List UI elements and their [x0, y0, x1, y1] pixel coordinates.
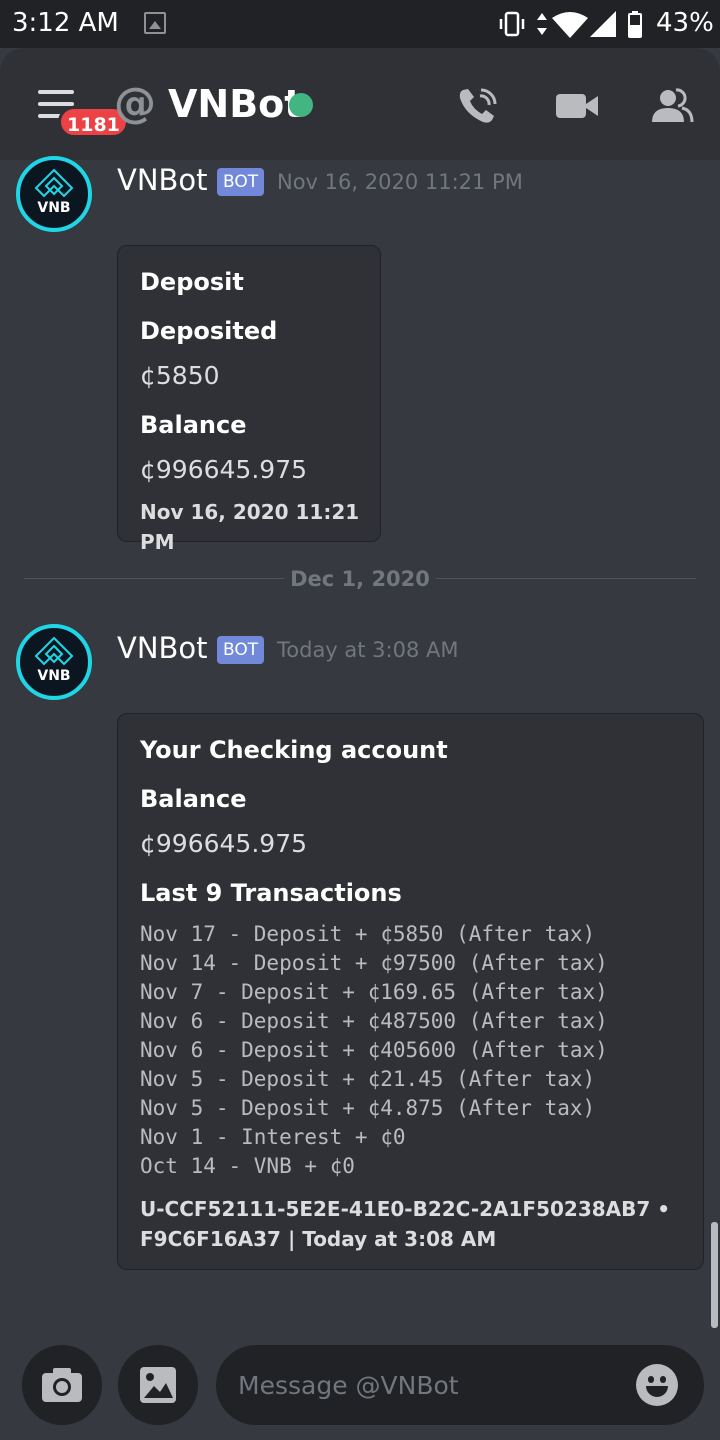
- system-status-icons: [499, 11, 642, 38]
- online-status-dot: [289, 93, 313, 117]
- call-icon[interactable]: [455, 84, 503, 128]
- embed-footer: Nov 16, 2020 11:21 PM: [140, 500, 360, 554]
- transaction-line: Nov 5 - Deposit + ¢21.45 (After tax): [140, 1067, 596, 1091]
- message-input[interactable]: [216, 1345, 704, 1425]
- vnb-logo-icon: [34, 636, 74, 666]
- transaction-line: Nov 6 - Deposit + ¢405600 (After tax): [140, 1038, 608, 1062]
- date-divider-line-right: [436, 578, 696, 579]
- embed-footer-time: F9C6F16A37 | Today at 3:08 AM: [140, 1227, 497, 1251]
- field-name-transactions: Last 9 Transactions: [140, 879, 402, 907]
- video-icon[interactable]: [553, 84, 601, 128]
- message-author[interactable]: VNBot: [117, 162, 208, 198]
- bot-avatar[interactable]: VNB: [16, 624, 92, 700]
- deposit-embed: Deposit Deposited ¢5850 Balance ¢996645.…: [117, 245, 381, 554]
- camera-button[interactable]: [22, 1345, 102, 1425]
- embed-title: Your Checking account: [140, 736, 448, 764]
- message-timestamp: Nov 16, 2020 11:21 PM: [277, 170, 523, 194]
- transaction-line: Nov 6 - Deposit + ¢487500 (After tax): [140, 1009, 608, 1033]
- transaction-line: Nov 14 - Deposit + ¢97500 (After tax): [140, 951, 608, 975]
- wifi-icon: [552, 12, 588, 38]
- vnb-logo-icon: [34, 168, 74, 198]
- field-value-deposited: ¢5850: [140, 361, 220, 390]
- message-timestamp: Today at 3:08 AM: [277, 638, 459, 662]
- field-name-balance: Balance: [140, 785, 247, 813]
- data-arrows-icon: [537, 13, 547, 35]
- field-value-balance: ¢996645.975: [140, 829, 308, 858]
- bot-tag: BOT: [217, 636, 265, 664]
- image-upload-button[interactable]: [118, 1345, 198, 1425]
- camera-icon: [42, 1368, 82, 1402]
- embed-footer-id: U-CCF52111-5E2E-41E0-B22C-2A1F50238AB7 •: [140, 1197, 671, 1221]
- battery-percent: 43%: [656, 8, 714, 38]
- account-embed: Your Checking account Balance ¢996645.97…: [117, 713, 704, 1270]
- at-icon: @: [114, 78, 156, 127]
- battery-icon: [628, 11, 642, 38]
- date-divider: Dec 1, 2020: [290, 567, 430, 591]
- vibrate-icon: [499, 11, 525, 37]
- bot-tag: BOT: [217, 168, 265, 196]
- message-author[interactable]: VNBot: [117, 630, 208, 666]
- channel-title[interactable]: VNBot: [168, 80, 302, 128]
- channel-header: 1181 @ VNBot: [0, 48, 720, 160]
- transaction-line: Nov 17 - Deposit + ¢5850 (After tax): [140, 922, 596, 946]
- gallery-icon: [144, 12, 166, 34]
- image-icon: [140, 1367, 176, 1403]
- signal-icon: [590, 11, 616, 37]
- transaction-line: Oct 14 - VNB + ¢0: [140, 1154, 355, 1178]
- embed-title: Deposit: [140, 268, 244, 296]
- members-icon[interactable]: [648, 84, 696, 128]
- field-name-balance: Balance: [140, 411, 247, 439]
- transaction-line: Nov 1 - Interest + ¢0: [140, 1125, 406, 1149]
- transaction-line: Nov 5 - Deposit + ¢4.875 (After tax): [140, 1096, 596, 1120]
- field-name-deposited: Deposited: [140, 317, 278, 345]
- avatar-text: VNB: [37, 668, 71, 684]
- bot-avatar[interactable]: VNB: [16, 156, 92, 232]
- status-time: 3:12 AM: [12, 8, 119, 38]
- field-value-balance: ¢996645.975: [140, 455, 308, 484]
- transaction-line: Nov 7 - Deposit + ¢169.65 (After tax): [140, 980, 608, 1004]
- scrollbar[interactable]: [711, 1222, 718, 1328]
- status-bar: 3:12 AM 43%: [0, 0, 720, 48]
- avatar-text: VNB: [37, 200, 71, 216]
- emoji-icon[interactable]: [636, 1364, 678, 1406]
